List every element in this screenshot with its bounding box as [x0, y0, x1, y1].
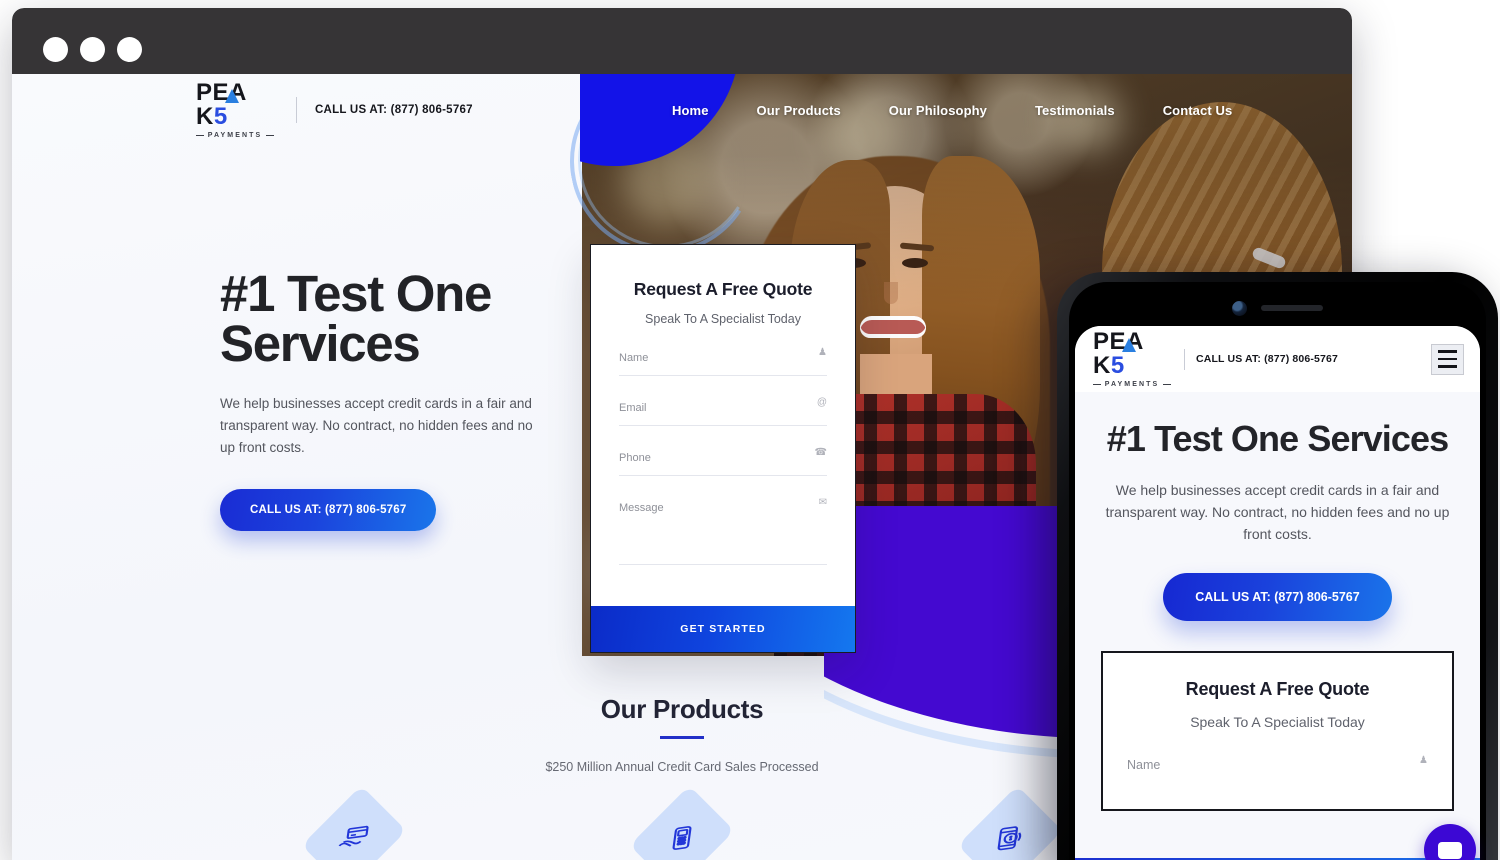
mobile-payment-icon: [957, 785, 1063, 860]
phone-field-label: Phone: [619, 452, 651, 464]
logo-tagline-row: PAYMENTS: [196, 132, 274, 139]
logo-triangle-icon: [225, 89, 239, 103]
mobile-name-field[interactable]: Name ♟: [1127, 755, 1428, 783]
logo-text-five: 5: [213, 103, 228, 130]
mobile-logo-text-five: 5: [1110, 352, 1125, 379]
email-field[interactable]: Email @: [619, 397, 827, 426]
mobile-hero-subtitle: We help businesses accept credit cards i…: [1105, 482, 1450, 542]
earpiece-speaker: [1261, 305, 1323, 311]
hamburger-icon[interactable]: [1431, 343, 1464, 375]
quote-form-body: Request A Free Quote Speak To A Speciali…: [591, 245, 855, 606]
product-card-processing-services[interactable]: PROCESSING SERVICES: [264, 785, 444, 860]
quote-form-card: Request A Free Quote Speak To A Speciali…: [590, 244, 856, 653]
mobile-hero-title: #1 Test One Services: [1106, 418, 1449, 459]
mobile-hero: #1 Test One Services We help businesses …: [1075, 392, 1480, 622]
mobile-logo-rule-left: [1093, 384, 1101, 385]
phone-screen: PEAK5 PAYMENTS CALL US AT: (877) 806-576…: [1075, 326, 1480, 860]
mobile-quote-form-title: Request A Free Quote: [1185, 679, 1370, 700]
card-in-hand-icon: [301, 785, 407, 860]
nav-item-our-products[interactable]: Our Products: [733, 103, 865, 118]
browser-titlebar: [12, 8, 1352, 74]
mobile-header-divider: [1184, 348, 1185, 370]
nav-item-contact-us[interactable]: Contact Us: [1139, 103, 1257, 118]
nav-item-home[interactable]: Home: [648, 103, 733, 118]
person-icon: ♟: [818, 347, 827, 358]
minimize-dot[interactable]: [80, 37, 105, 62]
site-header: PEAK5 PAYMENTS CALL US AT: (877) 806-576…: [12, 74, 1352, 146]
close-dot[interactable]: [43, 37, 68, 62]
brand-block[interactable]: PEAK5 PAYMENTS CALL US AT: (877) 806-576…: [196, 81, 473, 139]
logo-rule-right: [266, 135, 274, 136]
screenshot-stage: PEAK5 PAYMENTS CALL US AT: (877) 806-576…: [0, 0, 1500, 860]
get-started-button[interactable]: GET STARTED: [591, 606, 855, 652]
main-navigation: Home Our Products Our Philosophy Testimo…: [648, 74, 1256, 146]
mobile-peak5-logo[interactable]: PEAK5 PAYMENTS: [1093, 330, 1171, 388]
person-icon: ♟: [1419, 755, 1428, 767]
hero-copy: #1 Test One Services We help businesses …: [220, 265, 580, 531]
message-field[interactable]: Message ✉: [619, 497, 827, 565]
hero-title: #1 Test One Services: [220, 265, 492, 372]
logo-rule-left: [196, 135, 204, 136]
mobile-quote-form-card: Request A Free Quote Speak To A Speciali…: [1101, 651, 1454, 812]
nav-item-our-philosophy[interactable]: Our Philosophy: [865, 103, 1011, 118]
mobile-logo-text-k: K: [1093, 352, 1111, 379]
mobile-logo-triangle-icon: [1122, 338, 1136, 352]
quote-form-title: Request A Free Quote: [633, 279, 813, 299]
hero-call-cta-button[interactable]: CALL US AT: (877) 806-5767: [220, 488, 437, 531]
mobile-header: PEAK5 PAYMENTS CALL US AT: (877) 806-576…: [1075, 326, 1480, 392]
header-divider: [296, 97, 297, 123]
mobile-name-field-label: Name: [1127, 758, 1161, 773]
logo-wordmark: PEAK5: [196, 81, 274, 129]
message-field-label: Message: [619, 502, 664, 514]
pos-terminal-icon: [629, 785, 735, 860]
product-card-point-of-sale[interactable]: POINT OF SALE: [592, 785, 772, 860]
phone-icon: ☎: [814, 447, 827, 458]
logo-tagline: PAYMENTS: [207, 132, 263, 139]
logo-text-k: K: [196, 103, 214, 130]
mobile-phone-link[interactable]: CALL US AT: (877) 806-5767: [1196, 353, 1338, 365]
mobile-quote-form-subtitle: Speak To A Specialist Today: [1190, 714, 1365, 731]
envelope-icon: ✉: [818, 497, 827, 508]
quote-form-subtitle: Speak To A Specialist Today: [645, 312, 801, 326]
hero-subtitle: We help businesses accept credit cards i…: [220, 395, 533, 455]
name-field[interactable]: Name ♟: [619, 347, 827, 376]
phone-bezel: PEAK5 PAYMENTS CALL US AT: (877) 806-576…: [1069, 282, 1486, 860]
name-field-label: Name: [619, 352, 649, 364]
maximize-dot[interactable]: [117, 37, 142, 62]
front-camera-icon: [1232, 300, 1247, 316]
phone-mockup: PEAK5 PAYMENTS CALL US AT: (877) 806-576…: [1057, 272, 1498, 860]
nav-item-testimonials[interactable]: Testimonials: [1011, 103, 1139, 118]
products-title-underline: [660, 736, 704, 739]
mobile-logo-tagline-row: PAYMENTS: [1093, 381, 1171, 388]
mobile-logo-wordmark: PEAK5: [1093, 330, 1171, 378]
phone-field[interactable]: Phone ☎: [619, 447, 827, 476]
mobile-call-cta-button[interactable]: CALL US AT: (877) 806-5767: [1163, 573, 1392, 622]
chat-bubble-shape: [1438, 841, 1462, 859]
email-field-label: Email: [619, 402, 647, 414]
header-phone-link[interactable]: CALL US AT: (877) 806-5767: [315, 104, 473, 116]
peak5-logo[interactable]: PEAK5 PAYMENTS: [196, 81, 274, 139]
phone-notch: [1069, 290, 1486, 326]
mobile-logo-tagline: PAYMENTS: [1104, 381, 1160, 388]
mobile-logo-rule-right: [1163, 384, 1171, 385]
at-icon: @: [816, 397, 827, 408]
